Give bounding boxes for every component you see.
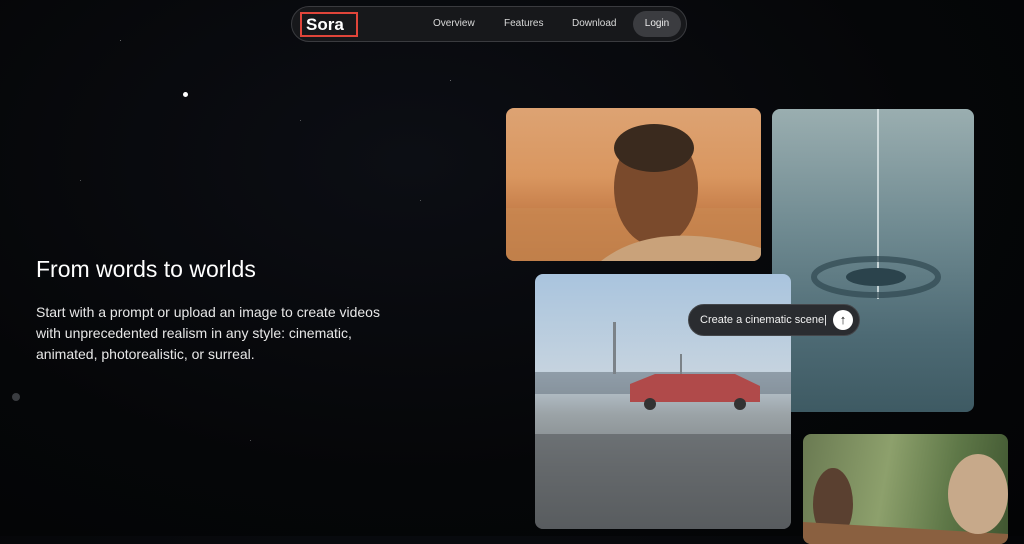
hero-headline: From words to worlds: [36, 256, 256, 282]
star-dot: [300, 120, 301, 121]
boat-scene-image: [803, 454, 1008, 544]
star-dot: [183, 92, 188, 97]
hero-subtext: Start with a prompt or upload an image t…: [36, 304, 380, 362]
star-dot: [12, 393, 20, 401]
nav-link-overview[interactable]: Overview: [433, 7, 475, 41]
video-card-desert-man[interactable]: [506, 108, 761, 261]
login-button[interactable]: Login: [633, 11, 681, 37]
star-dot: [420, 200, 421, 201]
sora-logo[interactable]: Sora: [300, 12, 358, 37]
star-dot: [250, 440, 251, 441]
nav-link-features[interactable]: Features: [504, 7, 543, 41]
nav-link-download[interactable]: Download: [572, 7, 616, 41]
arrow-up-icon[interactable]: ↑: [833, 310, 853, 330]
prompt-input[interactable]: Create a cinematic scene| ↑: [688, 304, 860, 336]
star-dot: [80, 180, 81, 181]
water-drop-image: [811, 109, 941, 299]
video-card-boat-scene[interactable]: [803, 434, 1008, 544]
prompt-text: Create a cinematic scene|: [700, 314, 827, 326]
desert-man-image: [506, 124, 761, 261]
video-card-water-drop[interactable]: [772, 109, 974, 412]
top-navbar: Sora Overview Features Download Login: [291, 6, 687, 42]
star-dot: [450, 80, 451, 81]
star-dot: [120, 40, 121, 41]
